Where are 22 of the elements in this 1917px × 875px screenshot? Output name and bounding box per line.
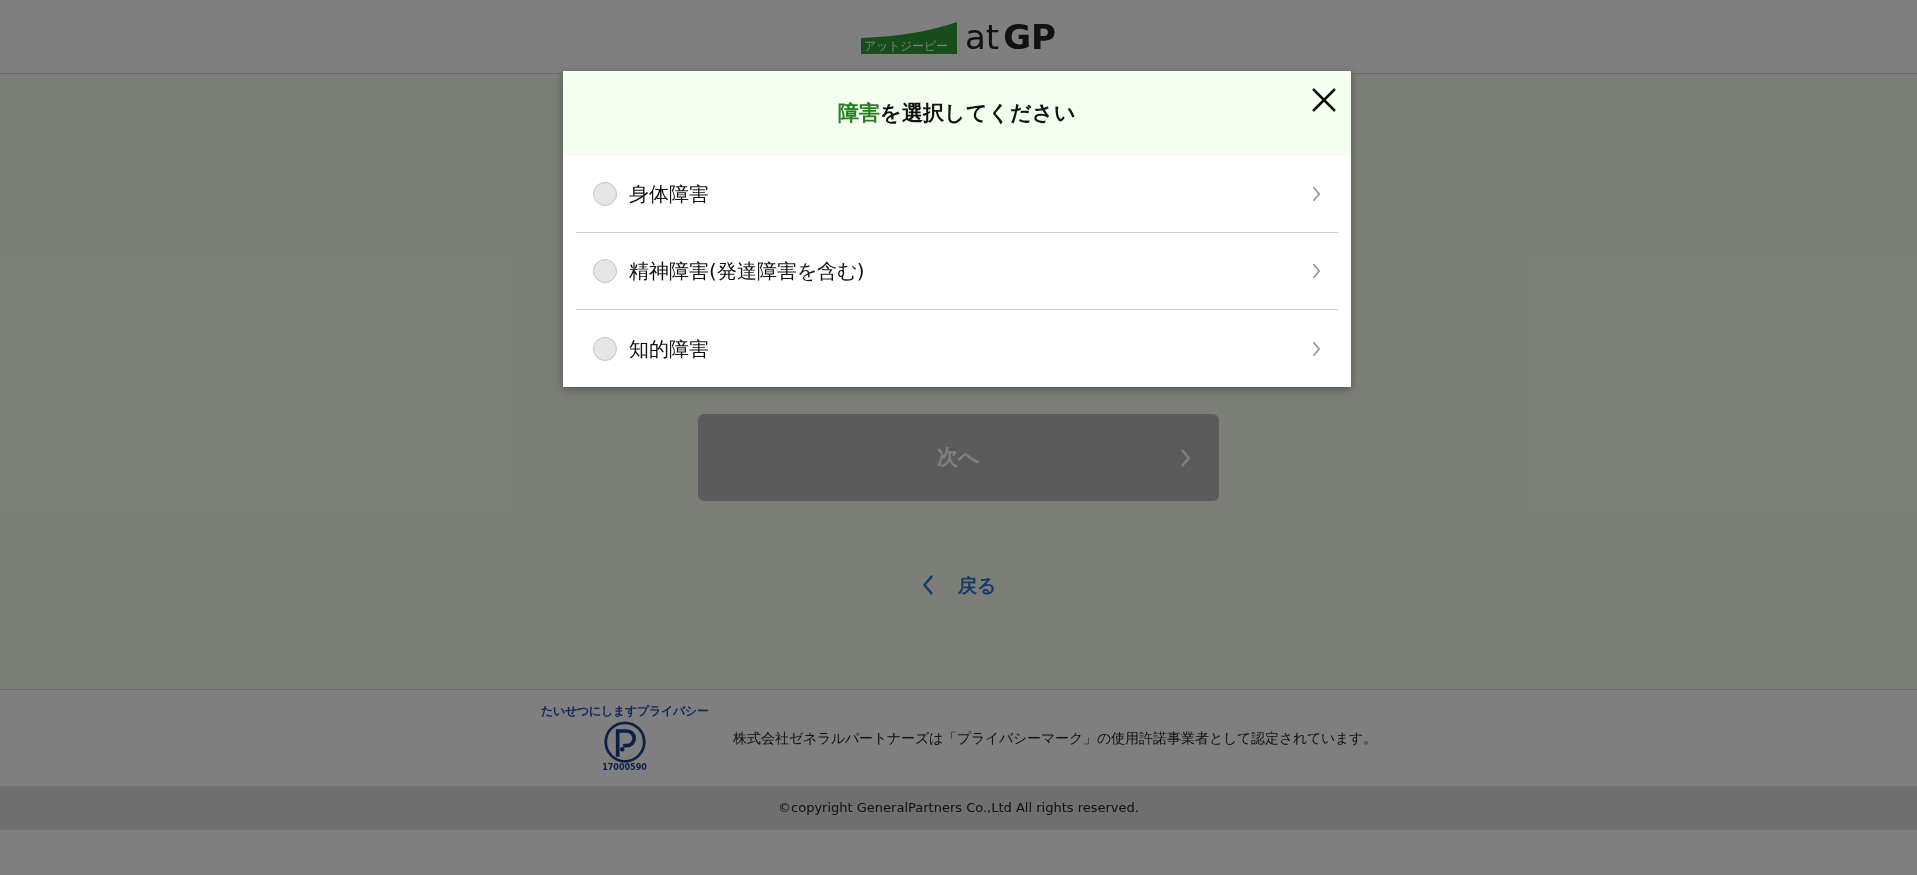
copyright-text: ©copyright GeneralPartners Co.,Ltd All rights reserved.: [778, 799, 1139, 818]
privacy-notice: 株式会社ゼネラルパートナーズは「プライバシーマーク」の使用許諾事業者として認定されています。: [732, 728, 1377, 748]
option-row[interactable]: 身体障害: [576, 156, 1338, 233]
logo-wordmark: atGP: [965, 19, 1056, 54]
modal-title: 障害を選択してください: [838, 99, 1076, 127]
option-label: 知的障害: [629, 335, 709, 363]
chevron-right-icon: [1312, 263, 1321, 279]
privacy-mark-icon: [602, 719, 647, 764]
chevron-right-icon: [1312, 186, 1321, 202]
option-row[interactable]: 知的障害: [576, 310, 1338, 387]
radio-button[interactable]: [593, 336, 617, 361]
privacy-mark-number: 17000590: [602, 763, 647, 772]
logo-tagline: アットジーピー: [864, 39, 948, 52]
option-label: 精神障害(発達障害を含む): [629, 258, 865, 285]
radio-button[interactable]: [593, 182, 617, 206]
chevron-left-icon: [921, 574, 934, 597]
chevron-right-icon: [1180, 447, 1191, 469]
privacy-mark-caption: たいせつにしますプライバシー: [540, 704, 709, 717]
radio-button[interactable]: [593, 259, 617, 283]
option-row[interactable]: 精神障害(発達障害を含む): [576, 233, 1338, 310]
option-label: 身体障害: [629, 181, 709, 208]
chevron-right-icon: [1312, 340, 1321, 357]
